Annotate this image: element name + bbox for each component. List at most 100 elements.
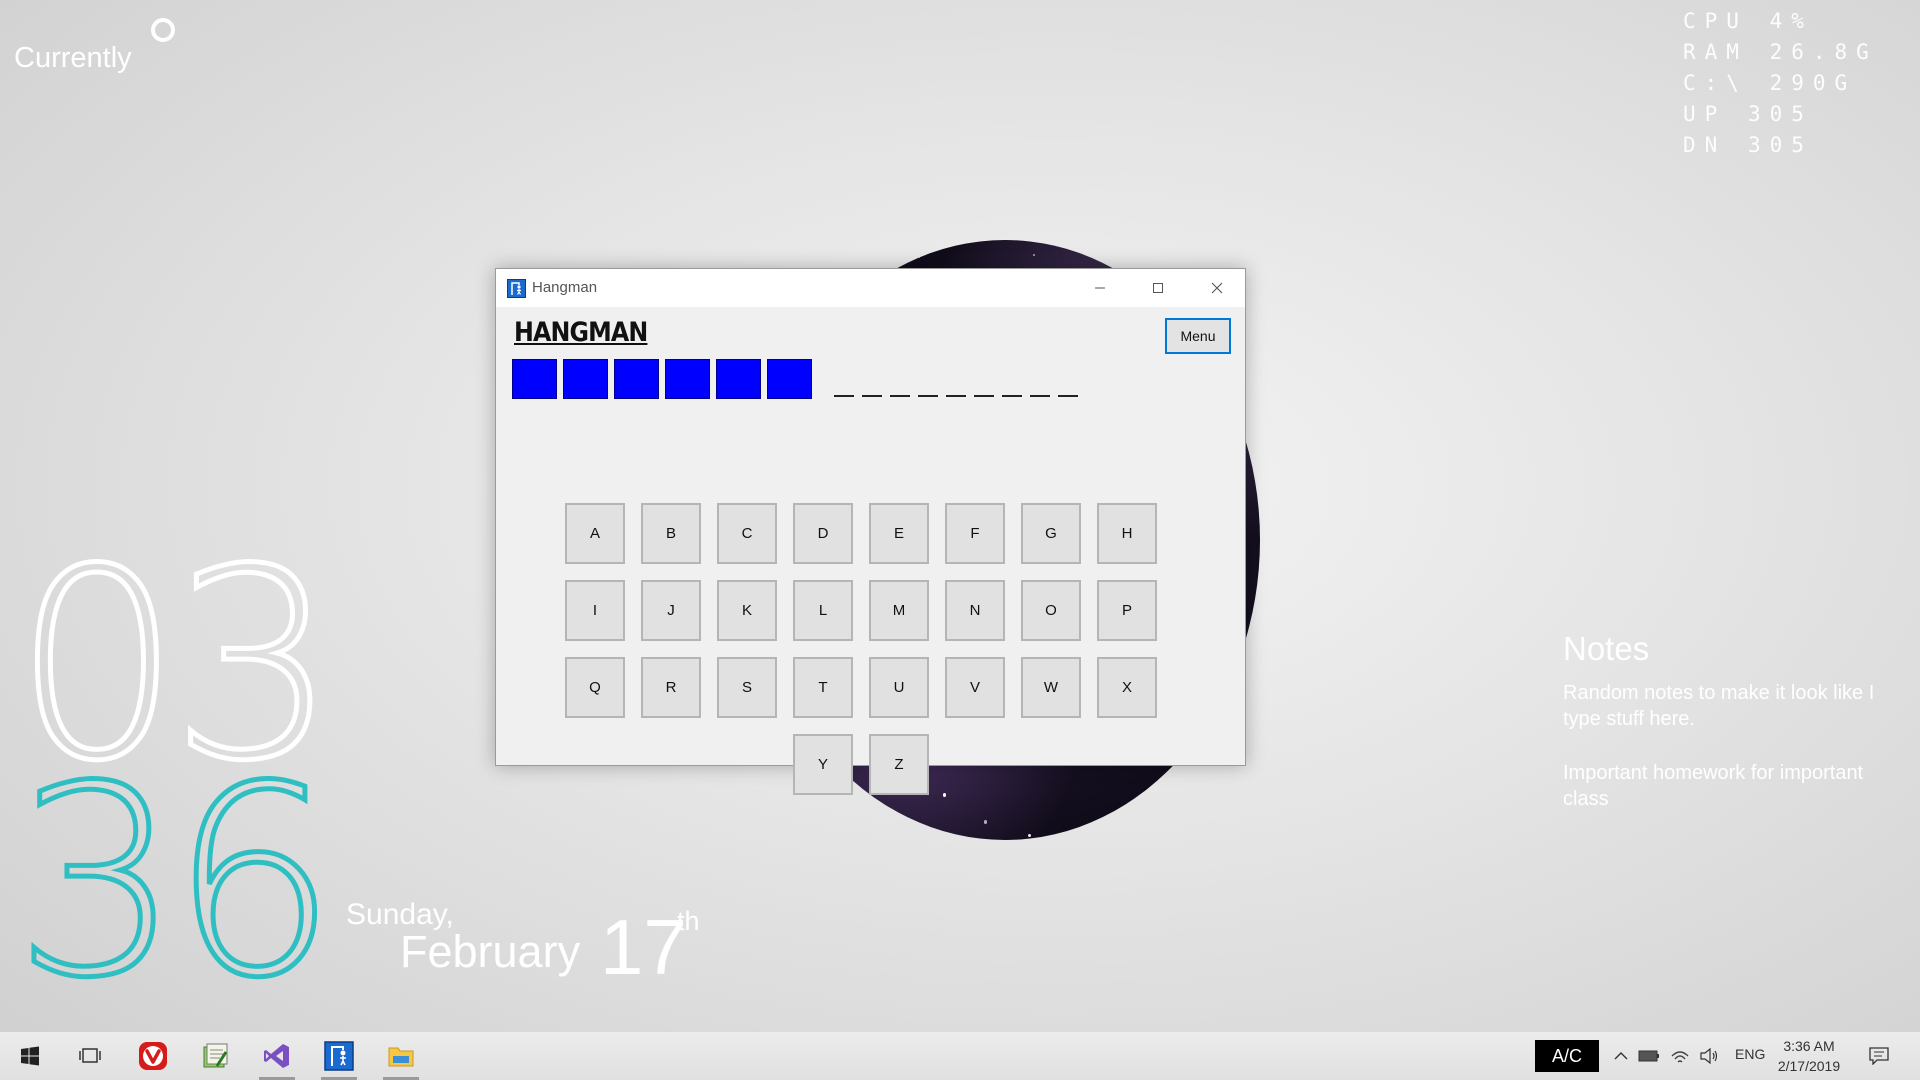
start-button[interactable] (6, 1032, 54, 1080)
word-blanks (834, 357, 1078, 397)
notes-line: Important homework for important class (1563, 762, 1864, 810)
letter-button-k[interactable]: K (717, 580, 777, 641)
volume-button[interactable] (1696, 1044, 1722, 1068)
star-dot (1027, 833, 1031, 837)
weather-circle-icon (151, 18, 175, 42)
star-dot (1202, 808, 1205, 811)
star-dot (886, 813, 888, 815)
wifi-icon (1671, 1051, 1689, 1063)
currently-widget-label: Currently (14, 42, 132, 74)
letter-button-s[interactable]: S (717, 657, 777, 718)
minimize-icon (1095, 287, 1105, 289)
letter-button-n[interactable]: N (945, 580, 1005, 641)
file-explorer-taskbar-button[interactable] (377, 1032, 425, 1080)
letter-blank (834, 357, 854, 397)
visual-studio-taskbar-button[interactable] (253, 1032, 301, 1080)
date-month: February (400, 926, 581, 977)
taskbar-date: 2/17/2019 (1777, 1058, 1841, 1074)
letter-button-x[interactable]: X (1097, 657, 1157, 718)
stat-ram: RAM 26.8G (1683, 40, 1878, 64)
game-panel: HANGMAN Menu ABCDEFGH IJKLMNOP QRSTUVWX YZ (496, 307, 1245, 795)
notification-icon (1869, 1047, 1889, 1065)
letter-button-b[interactable]: B (641, 503, 701, 564)
letter-blank (946, 357, 966, 397)
letter-button-i[interactable]: I (565, 580, 625, 641)
notepad-taskbar-button[interactable] (191, 1032, 239, 1080)
letter-button-c[interactable]: C (717, 503, 777, 564)
stat-disk: C:\ 290G (1683, 71, 1857, 95)
battery-button[interactable] (1636, 1044, 1662, 1068)
letter-button-y[interactable]: Y (793, 734, 853, 795)
letter-button-e[interactable]: E (869, 503, 929, 564)
letter-blank (1030, 357, 1050, 397)
close-button[interactable] (1188, 269, 1246, 307)
vivaldi-taskbar-button[interactable] (129, 1032, 177, 1080)
star-dot (836, 262, 838, 264)
hangman-taskbar-button[interactable] (315, 1032, 363, 1080)
star-dot (983, 820, 988, 824)
speaker-icon (1700, 1048, 1718, 1064)
letter-button-q[interactable]: Q (565, 657, 625, 718)
life-block (512, 359, 557, 399)
letter-button-z[interactable]: Z (869, 734, 929, 795)
letter-button-g[interactable]: G (1021, 503, 1081, 564)
letter-button-u[interactable]: U (869, 657, 929, 718)
keyboard-row: ABCDEFGH (565, 503, 1157, 564)
game-heading: HANGMAN (514, 317, 648, 348)
taskbar-time: 3:36 AM (1783, 1038, 1835, 1054)
keyboard-row: IJKLMNOP (565, 580, 1157, 641)
star-dot (836, 831, 840, 834)
date-day-suffix: th (677, 906, 700, 936)
letter-blank (862, 357, 882, 397)
task-view-icon (79, 1048, 101, 1063)
letter-button-f[interactable]: F (945, 503, 1005, 564)
notes-title: Notes (1563, 630, 1650, 667)
letter-blank (918, 357, 938, 397)
letter-button-l[interactable]: L (793, 580, 853, 641)
life-block (665, 359, 710, 399)
letter-button-p[interactable]: P (1097, 580, 1157, 641)
life-block (563, 359, 608, 399)
minimize-button[interactable] (1071, 269, 1129, 307)
letter-button-h[interactable]: H (1097, 503, 1157, 564)
visual-studio-icon (264, 1044, 289, 1068)
star-dot (1032, 254, 1035, 257)
system-stats-widget: CPU 4% RAM 26.8G C:\ 290G UP 305 DN 305 (1683, 6, 1878, 161)
letter-blank (974, 357, 994, 397)
letter-button-d[interactable]: D (793, 503, 853, 564)
letter-button-v[interactable]: V (945, 657, 1005, 718)
maximize-icon (1153, 283, 1163, 293)
close-icon (1211, 282, 1223, 294)
letter-button-j[interactable]: J (641, 580, 701, 641)
notes-widget: Notes Random notes to make it look like … (1563, 630, 1893, 840)
letter-button-w[interactable]: W (1021, 657, 1081, 718)
letter-button-m[interactable]: M (869, 580, 929, 641)
maximize-button[interactable] (1129, 269, 1187, 307)
life-block (614, 359, 659, 399)
notes-line: Random notes to make it look like I type… (1563, 682, 1875, 730)
clock-button[interactable]: 3:36 AM 2/17/2019 (1776, 1036, 1842, 1076)
ac-power-indicator[interactable]: A/C (1535, 1040, 1599, 1072)
task-view-button[interactable] (66, 1032, 114, 1080)
stat-download: DN 305 (1683, 133, 1813, 157)
taskbar: A/C ENG 3:36 AM 2/17/2019 (0, 1032, 1920, 1080)
action-center-button[interactable] (1866, 1044, 1892, 1068)
keyboard-row: QRSTUVWX (565, 657, 1157, 718)
menu-button[interactable]: Menu (1165, 318, 1231, 354)
letter-blank (1002, 357, 1022, 397)
letter-button-t[interactable]: T (793, 657, 853, 718)
show-hidden-icons-button[interactable] (1608, 1044, 1634, 1068)
hangman-app-icon (507, 279, 526, 298)
letter-button-o[interactable]: O (1021, 580, 1081, 641)
letter-button-r[interactable]: R (641, 657, 701, 718)
letter-button-a[interactable]: A (565, 503, 625, 564)
clock-minute: 36 (11, 730, 339, 1035)
window-titlebar[interactable]: Hangman (496, 269, 1245, 307)
hangman-window: Hangman HANGMAN Menu ABCDEFGH IJKLMNOP QRS… (495, 268, 1246, 795)
life-block (716, 359, 761, 399)
date-day-number: 17 (600, 903, 687, 991)
input-language-button[interactable]: ENG (1735, 1046, 1765, 1062)
letter-blank (890, 357, 910, 397)
network-button[interactable] (1667, 1044, 1693, 1068)
vivaldi-icon (139, 1042, 167, 1070)
